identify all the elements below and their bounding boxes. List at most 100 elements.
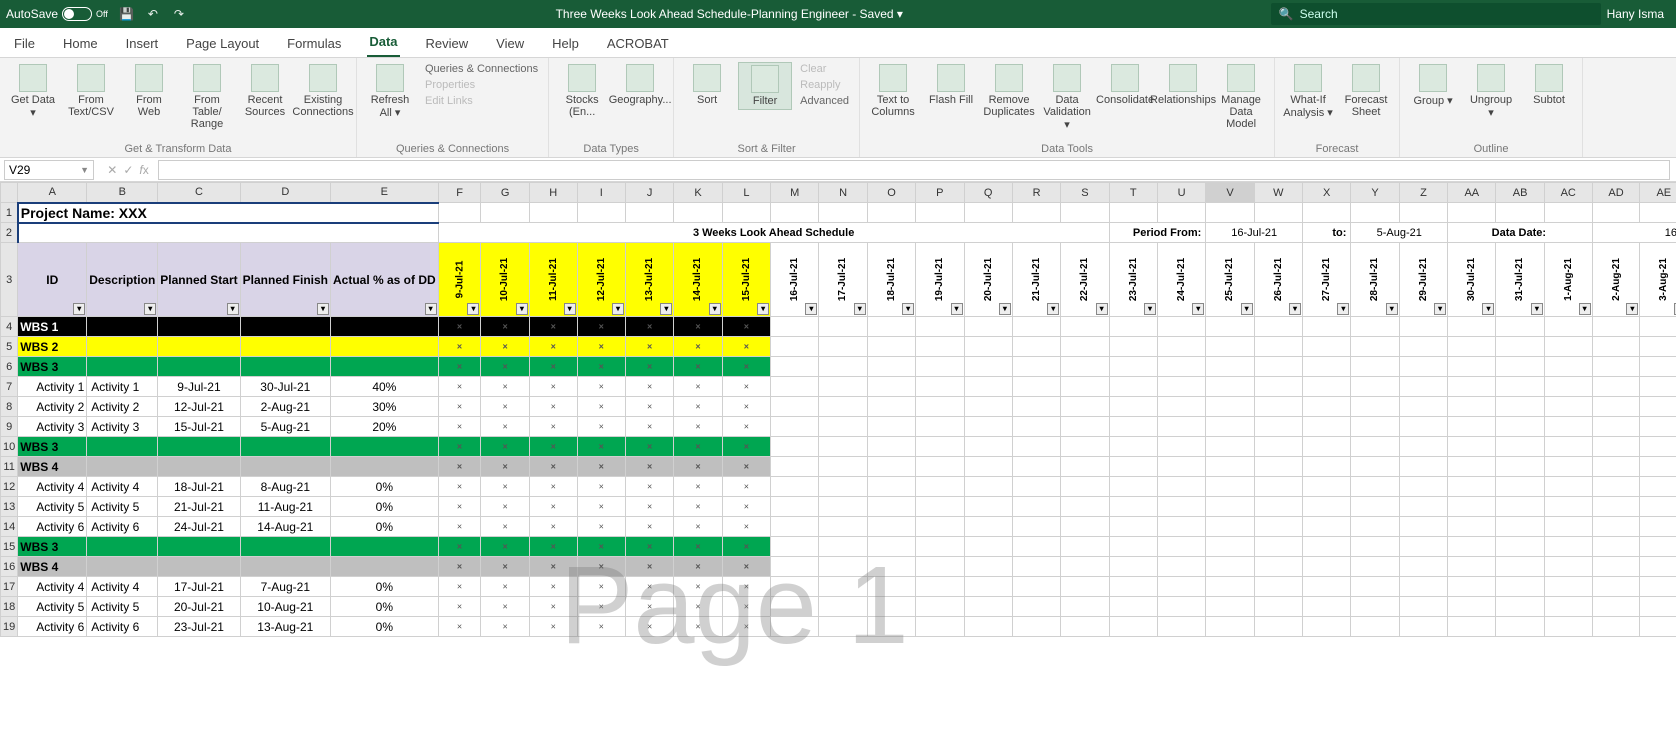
gantt-cell[interactable] [438, 497, 481, 517]
gantt-cell[interactable] [481, 437, 529, 457]
gantt-cell[interactable] [674, 497, 722, 517]
date-header-14-Jul-21[interactable]: 14-Jul-21▾ [674, 243, 722, 317]
gantt-cell[interactable] [1592, 497, 1640, 517]
gantt-cell[interactable] [1206, 377, 1254, 397]
gantt-cell[interactable] [1206, 597, 1254, 617]
gantt-cell[interactable] [1640, 537, 1676, 557]
gantt-cell[interactable] [481, 357, 529, 377]
gantt-cell[interactable] [1109, 477, 1157, 497]
gantt-cell[interactable] [1399, 617, 1447, 637]
gantt-cell[interactable] [867, 457, 915, 477]
cell-actual-pct[interactable]: 0% [330, 617, 438, 637]
gantt-cell[interactable] [1157, 457, 1205, 477]
gantt-cell[interactable] [1544, 517, 1592, 537]
gantt-cell[interactable] [722, 417, 770, 437]
col-header-O[interactable]: O [867, 183, 915, 203]
gantt-cell[interactable] [1303, 597, 1351, 617]
gantt-cell[interactable] [819, 517, 867, 537]
gantt-cell[interactable] [626, 617, 674, 637]
data-date-value[interactable]: 16-Jul-21 [1592, 223, 1676, 243]
gantt-cell[interactable] [1012, 457, 1060, 477]
cell-id[interactable]: WBS 3 [18, 537, 87, 557]
header-pct[interactable]: Actual % as of DD▾ [330, 243, 438, 317]
date-header-30-Jul-21[interactable]: 30-Jul-21▾ [1448, 243, 1496, 317]
gantt-cell[interactable] [1544, 497, 1592, 517]
filter-icon[interactable]: ▾ [757, 303, 769, 315]
gantt-cell[interactable] [1303, 317, 1351, 337]
gantt-cell[interactable] [1399, 317, 1447, 337]
gantt-cell[interactable] [1206, 457, 1254, 477]
gantt-cell[interactable] [577, 477, 625, 497]
gantt-cell[interactable] [1399, 497, 1447, 517]
gantt-cell[interactable] [626, 377, 674, 397]
gantt-cell[interactable] [438, 557, 481, 577]
cell-id[interactable]: WBS 3 [18, 437, 87, 457]
cell-desc[interactable] [87, 317, 158, 337]
cell-id[interactable]: WBS 4 [18, 457, 87, 477]
cell-planned-start[interactable]: 15-Jul-21 [158, 417, 240, 437]
gantt-cell[interactable] [1544, 397, 1592, 417]
gantt-cell[interactable] [1640, 497, 1676, 517]
gantt-cell[interactable] [867, 597, 915, 617]
cell-planned-start[interactable] [158, 337, 240, 357]
gantt-cell[interactable] [771, 477, 819, 497]
gantt-cell[interactable] [1012, 377, 1060, 397]
col-header-R[interactable]: R [1012, 183, 1060, 203]
gantt-cell[interactable] [1592, 457, 1640, 477]
filter-icon[interactable]: ▾ [709, 303, 721, 315]
gantt-cell[interactable] [964, 377, 1012, 397]
cell-planned-start[interactable] [158, 357, 240, 377]
gantt-cell[interactable] [438, 517, 481, 537]
gantt-cell[interactable] [1399, 557, 1447, 577]
gantt-cell[interactable] [867, 557, 915, 577]
gantt-cell[interactable] [1109, 337, 1157, 357]
gantt-cell[interactable] [438, 617, 481, 637]
sort-button[interactable]: Sort [680, 62, 734, 108]
gantt-cell[interactable] [1640, 457, 1676, 477]
gantt-cell[interactable] [481, 537, 529, 557]
gantt-cell[interactable] [1592, 377, 1640, 397]
gantt-cell[interactable] [722, 337, 770, 357]
gantt-cell[interactable] [626, 437, 674, 457]
gantt-cell[interactable] [438, 597, 481, 617]
gantt-cell[interactable] [1448, 477, 1496, 497]
cell-planned-start[interactable]: 23-Jul-21 [158, 617, 240, 637]
gantt-cell[interactable] [438, 577, 481, 597]
gantt-cell[interactable] [916, 417, 964, 437]
gantt-cell[interactable] [577, 517, 625, 537]
col-header-AC[interactable]: AC [1544, 183, 1592, 203]
cell-desc[interactable] [87, 437, 158, 457]
header-id[interactable]: ID▾ [18, 243, 87, 317]
filter-icon[interactable]: ▾ [1337, 303, 1349, 315]
cell-actual-pct[interactable] [330, 437, 438, 457]
undo-icon[interactable]: ↶ [144, 5, 162, 23]
gantt-cell[interactable] [674, 617, 722, 637]
cell-planned-start[interactable]: 18-Jul-21 [158, 477, 240, 497]
gantt-cell[interactable] [1303, 617, 1351, 637]
date-header-31-Jul-21[interactable]: 31-Jul-21▾ [1496, 243, 1544, 317]
cell-actual-pct[interactable] [330, 537, 438, 557]
gantt-cell[interactable] [1109, 617, 1157, 637]
gantt-cell[interactable] [1254, 457, 1302, 477]
gantt-cell[interactable] [722, 557, 770, 577]
gantt-cell[interactable] [1012, 557, 1060, 577]
filter-icon[interactable]: ▾ [564, 303, 576, 315]
row-header-18[interactable]: 18 [1, 597, 18, 617]
gantt-cell[interactable] [577, 537, 625, 557]
gantt-cell[interactable] [1496, 457, 1544, 477]
gantt-cell[interactable] [722, 457, 770, 477]
gantt-cell[interactable] [577, 397, 625, 417]
gantt-cell[interactable] [1206, 357, 1254, 377]
filter-icon[interactable]: ▾ [1096, 303, 1108, 315]
gantt-cell[interactable] [964, 417, 1012, 437]
gantt-cell[interactable] [1061, 457, 1109, 477]
cell-id[interactable]: Activity 1 [18, 377, 87, 397]
gantt-cell[interactable] [529, 557, 577, 577]
gantt-cell[interactable] [722, 437, 770, 457]
gantt-cell[interactable] [1544, 597, 1592, 617]
gantt-cell[interactable] [1109, 317, 1157, 337]
gantt-cell[interactable] [1399, 457, 1447, 477]
gantt-cell[interactable] [1640, 617, 1676, 637]
header-ps[interactable]: Planned Start▾ [158, 243, 240, 317]
gantt-cell[interactable] [1592, 597, 1640, 617]
